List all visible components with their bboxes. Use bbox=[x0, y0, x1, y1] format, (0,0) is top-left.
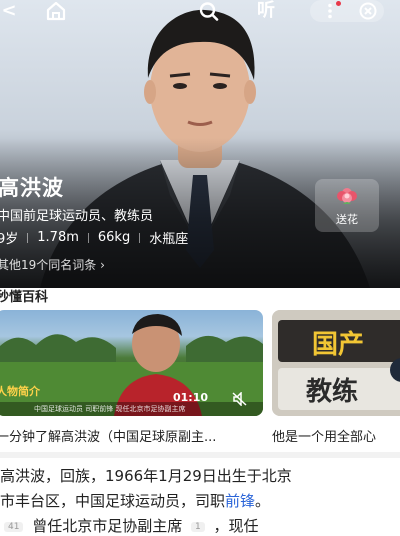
section-title: 秒懂百科 bbox=[0, 290, 49, 305]
summary-text: 。 bbox=[255, 492, 271, 510]
video-card[interactable]: 国产 教练 bbox=[272, 310, 400, 416]
top-navigation-bar: < 听 bbox=[0, 0, 400, 22]
person-stats: 9岁 1.78m 66kg 水瓶座 bbox=[0, 228, 188, 247]
summary-line: 高洪波，回族，1966年1月29日出生于北京 bbox=[0, 467, 292, 485]
search-button[interactable] bbox=[197, 0, 221, 22]
video-subtitle: 中国足球运动员 司职前锋 现任北京市足协副主席 bbox=[34, 405, 186, 413]
summary-text: 市丰台区，中国足球运动员，司职 bbox=[0, 492, 226, 510]
home-icon bbox=[46, 1, 66, 21]
summary-line: 市丰台区，中国足球运动员，司职前锋。 bbox=[0, 490, 270, 511]
home-button[interactable] bbox=[42, 0, 70, 22]
video-category-tag: 人物简介 bbox=[0, 385, 40, 398]
more-vertical-icon bbox=[328, 3, 332, 19]
stat-divider bbox=[139, 232, 141, 243]
capsule-menu bbox=[310, 0, 384, 22]
flower-icon bbox=[337, 187, 357, 204]
svg-text:国产: 国产 bbox=[312, 330, 364, 360]
person-weight: 66kg bbox=[97, 230, 131, 245]
video-thumbnail: 国产 教练 bbox=[272, 310, 400, 416]
summary-text: ，现任 bbox=[213, 517, 259, 535]
search-icon bbox=[199, 2, 219, 21]
section-divider bbox=[0, 452, 400, 458]
video-title[interactable]: 一分钟了解高洪波（中国足球原副主... bbox=[0, 426, 263, 445]
summary-line: 41 曾任北京市足协副主席 1 ，现任 bbox=[0, 515, 259, 536]
svg-text:教练: 教练 bbox=[306, 376, 358, 407]
listen-button[interactable]: 听 bbox=[252, 0, 280, 22]
summary-text: 曾任北京市足协副主席 bbox=[32, 517, 183, 535]
forward-link[interactable]: 前锋 bbox=[225, 492, 255, 510]
person-zodiac: 水瓶座 bbox=[149, 232, 189, 247]
send-flower-button[interactable]: 送花 bbox=[315, 179, 379, 232]
back-icon: < bbox=[1, 0, 17, 21]
video-thumbnail bbox=[0, 314, 263, 416]
reference-badge[interactable]: 41 bbox=[4, 521, 24, 532]
reference-badge[interactable]: 1 bbox=[191, 521, 205, 532]
same-name-entries-link[interactable]: 其他19个同名词条 › bbox=[0, 256, 105, 273]
person-height: 1.78m bbox=[37, 230, 79, 245]
video-duration: 01:10 bbox=[173, 391, 209, 404]
close-button[interactable] bbox=[356, 0, 380, 22]
stat-divider bbox=[27, 232, 29, 243]
stat-divider bbox=[87, 232, 89, 243]
send-flower-label: 送花 bbox=[336, 212, 358, 226]
video-title[interactable]: 他是一个用全部心 bbox=[272, 426, 400, 445]
back-button[interactable]: < bbox=[0, 0, 20, 22]
notification-dot bbox=[336, 1, 341, 6]
person-name: 高洪波 bbox=[0, 176, 64, 200]
close-circle-icon bbox=[359, 2, 377, 20]
person-age: 9岁 bbox=[0, 232, 19, 247]
person-description: 中国前足球运动员、教练员 bbox=[0, 209, 154, 224]
video-card[interactable]: 人物简介 中国足球运动员 司职前锋 现任北京市足协副主席 01:10 bbox=[0, 310, 263, 416]
listen-label: 听 bbox=[257, 0, 275, 21]
mute-icon[interactable] bbox=[232, 392, 248, 406]
